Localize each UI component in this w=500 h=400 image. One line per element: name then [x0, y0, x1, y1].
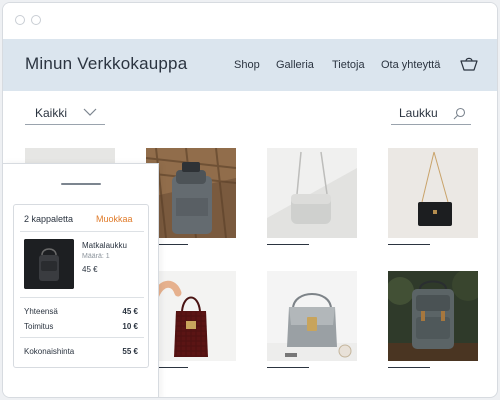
product-title-underline: [267, 367, 309, 368]
cart-summary: 2 kappaletta Muokkaa Matkalaukku Määrä: …: [13, 204, 149, 368]
window-close-dot[interactable]: [15, 15, 25, 25]
browser-window: Minun Verkkokauppa Shop Galleria Tietoja…: [2, 2, 498, 398]
cart-item-quantity: Määrä: 1: [82, 253, 110, 260]
divider: [20, 337, 144, 338]
shipping-value: 10 €: [122, 322, 138, 331]
cart-item-thumbnail: [24, 239, 74, 289]
product-title-underline: [388, 244, 430, 245]
product-image: [388, 148, 478, 238]
product-card[interactable]: [267, 271, 357, 361]
search-value: Laukku: [399, 106, 438, 120]
window-minimize-dot[interactable]: [31, 15, 41, 25]
product-image: [267, 148, 357, 238]
category-filter-value: Kaikki: [35, 106, 68, 120]
nav-contact[interactable]: Ota yhteyttä: [381, 59, 440, 71]
shipping-label: Toimitus: [24, 322, 54, 331]
subtotal-label: Yhteensä: [24, 307, 58, 316]
subtotal-value: 45 €: [122, 307, 138, 316]
product-title-underline: [267, 244, 309, 245]
product-card[interactable]: [146, 271, 236, 361]
nav-gallery[interactable]: Galleria: [276, 59, 314, 71]
cart-item-price: 45 €: [82, 265, 98, 274]
site-header: Minun Verkkokauppa Shop Galleria Tietoja…: [3, 39, 497, 91]
product-card[interactable]: [388, 271, 478, 361]
search-input[interactable]: Laukku: [391, 103, 471, 125]
nav-about[interactable]: Tietoja: [332, 59, 365, 71]
cart-item-name: Matkalaukku: [82, 241, 127, 250]
divider: [20, 297, 144, 298]
title-bar: [3, 3, 497, 39]
edit-cart-button[interactable]: Muokkaa: [96, 214, 133, 224]
total-label: Kokonaishinta: [24, 347, 75, 356]
product-card[interactable]: [267, 148, 357, 238]
nav-shop[interactable]: Shop: [234, 59, 260, 71]
panel-drag-handle[interactable]: [61, 183, 101, 185]
product-card[interactable]: [388, 148, 478, 238]
product-image: [146, 148, 236, 238]
category-filter-dropdown[interactable]: Kaikki: [25, 103, 105, 125]
shopping-cart-icon[interactable]: [460, 56, 478, 72]
store-title[interactable]: Minun Verkkokauppa: [25, 54, 187, 74]
product-card[interactable]: [146, 148, 236, 238]
search-icon[interactable]: [453, 107, 466, 120]
cart-item-count: 2 kappaletta: [24, 214, 74, 224]
product-image: [388, 271, 478, 361]
product-image: [146, 271, 236, 361]
chevron-down-icon: [83, 108, 97, 116]
product-image: [267, 271, 357, 361]
total-value: 55 €: [122, 347, 138, 356]
product-title-underline: [388, 367, 430, 368]
divider: [20, 231, 144, 232]
cart-panel: 2 kappaletta Muokkaa Matkalaukku Määrä: …: [3, 163, 159, 397]
